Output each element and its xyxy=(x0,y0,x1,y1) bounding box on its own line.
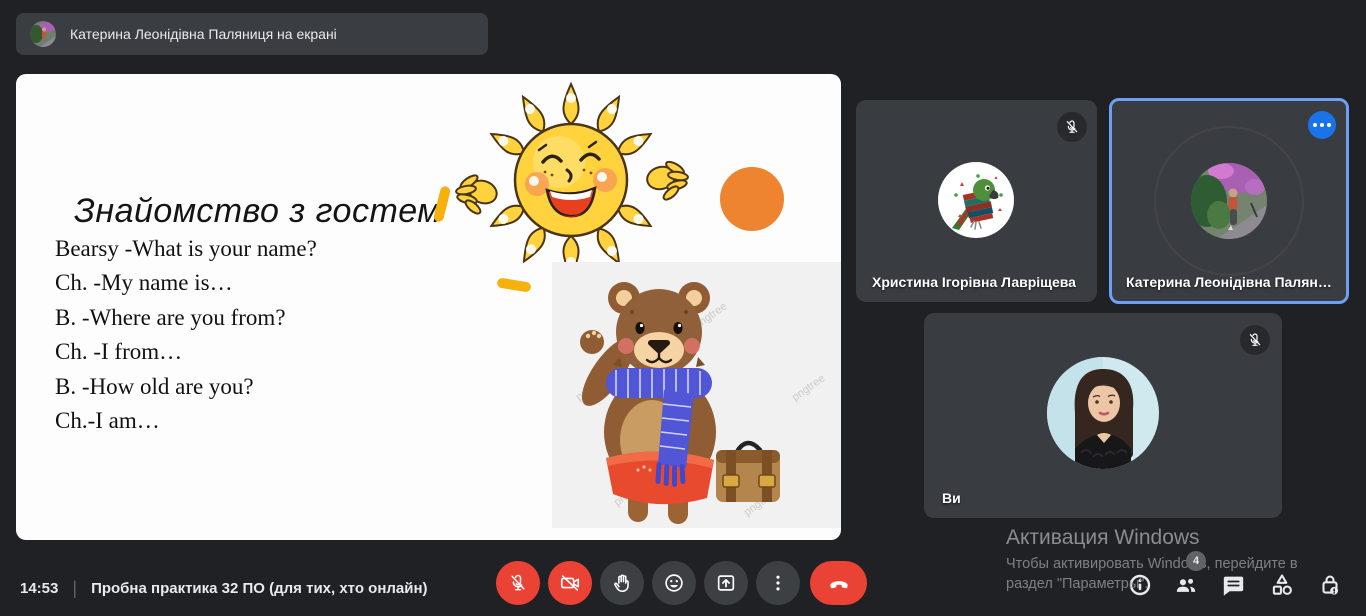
mic-off-icon xyxy=(1247,332,1263,348)
participant-tile-khrystyna[interactable]: Христина Ігорівна Лавріщева xyxy=(856,100,1097,302)
participant-tile-katerina-active[interactable]: Катерина Леонідівна Палян… xyxy=(1109,98,1349,304)
host-controls-lock-icon xyxy=(1317,572,1343,598)
host-controls-button[interactable] xyxy=(1317,572,1343,598)
screen-share-banner: Катерина Леонідівна Паляниця на екрані xyxy=(16,13,488,55)
muted-chip xyxy=(1240,325,1270,355)
slide-dialogue: Bearsy -What is your name? Ch. -My name … xyxy=(55,232,317,438)
more-options-icon xyxy=(768,573,788,593)
orange-circle-shape xyxy=(720,167,784,231)
divider: | xyxy=(72,578,77,599)
avatar-photo-woman xyxy=(1047,357,1159,469)
raise-hand-button[interactable] xyxy=(600,561,644,605)
dialogue-line: Bearsy -What is your name? xyxy=(55,232,317,266)
stock-watermark: pngtree xyxy=(790,372,827,403)
smiley-reactions-icon xyxy=(663,572,685,594)
avatar-parrot xyxy=(938,162,1014,238)
camera-toggle-button[interactable] xyxy=(548,561,592,605)
muted-chip xyxy=(1057,112,1087,142)
more-options-button[interactable] xyxy=(756,561,800,605)
end-call-button[interactable] xyxy=(810,561,867,605)
dialogue-line: Ch.-I am… xyxy=(55,404,317,438)
participants-count-badge: 4 xyxy=(1186,551,1206,571)
mic-toggle-button[interactable] xyxy=(496,561,540,605)
reactions-button[interactable] xyxy=(652,561,696,605)
watermark-line: Чтобы активировать Windows, перейдите в xyxy=(1006,554,1298,574)
sun-hand-left xyxy=(455,173,499,216)
dialogue-line: B. -How old are you? xyxy=(55,370,317,404)
watermark-line: раздел "Параметры". xyxy=(1006,574,1298,594)
avatar-photo-flowers xyxy=(1191,163,1267,239)
mic-off-icon xyxy=(1064,119,1080,135)
present-screen-button[interactable] xyxy=(704,561,748,605)
share-banner-text: Катерина Леонідівна Паляниця на екрані xyxy=(70,26,337,42)
dialogue-line: Ch. -My name is… xyxy=(55,266,317,300)
present-screen-icon xyxy=(715,572,737,594)
slide-title: Знайомство з гостем xyxy=(74,192,441,231)
dialogue-line: B. -Where are you from? xyxy=(55,301,317,335)
participant-name: Катерина Леонідівна Палян… xyxy=(1126,274,1332,290)
photo-flowers-illustration xyxy=(1191,163,1267,239)
photo-woman-illustration xyxy=(1047,357,1159,469)
raise-hand-icon xyxy=(611,572,633,594)
meeting-title: Пробна практика 32 ПО (для тих, хто онла… xyxy=(91,580,427,597)
sun-hand-right xyxy=(645,160,689,202)
end-call-icon xyxy=(826,570,852,596)
shared-screen-slide: Знайомство з гостем Bearsy -What is your… xyxy=(16,74,841,540)
parrot-avatar-illustration xyxy=(938,162,1014,238)
tile-more-options-button[interactable] xyxy=(1308,111,1336,139)
participant-name: Ви xyxy=(942,490,961,506)
windows-activation-watermark: Активация Windows Чтобы активировать Win… xyxy=(1006,526,1298,594)
bear-illustration xyxy=(580,272,790,524)
clock-time: 14:53 xyxy=(20,580,58,597)
participant-name: Христина Ігорівна Лавріщева xyxy=(872,274,1076,290)
participant-tile-you[interactable]: Ви xyxy=(924,313,1282,518)
bear-image-panel: pngtree pngtree pngtree pngtree pngtree xyxy=(552,262,841,528)
dialogue-line: Ch. -I from… xyxy=(55,335,317,369)
camera-off-icon xyxy=(559,572,581,594)
more-options-icon xyxy=(1313,123,1317,127)
watermark-title: Активация Windows xyxy=(1006,526,1298,550)
presenter-avatar xyxy=(30,21,56,47)
avatar-photo-flowers-small xyxy=(30,21,56,47)
mic-off-icon xyxy=(508,573,528,593)
